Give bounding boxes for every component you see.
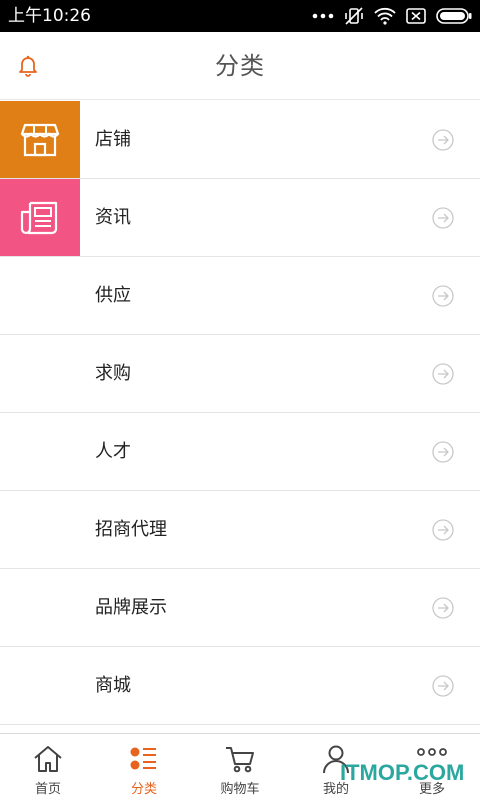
nav-cart[interactable]: 购物车: [192, 734, 288, 800]
newspaper-icon: [0, 179, 80, 256]
home-icon: [32, 744, 64, 774]
battery-icon: [436, 8, 472, 24]
arrow-right-circle-icon: [432, 207, 454, 229]
nav-label: 购物车: [220, 782, 260, 797]
status-time: 上午10:26: [8, 6, 91, 26]
category-item-franchise[interactable]: 招商代理: [0, 491, 480, 569]
status-icons: [312, 5, 472, 27]
category-label: 供应: [95, 285, 131, 306]
category-label: 资讯: [95, 207, 131, 228]
category-label: 求购: [95, 363, 131, 384]
category-item-shop[interactable]: 店铺: [0, 101, 480, 179]
arrow-right-circle-icon: [432, 129, 454, 151]
page-title: 分类: [215, 52, 265, 80]
category-item-brand[interactable]: 品牌展示: [0, 569, 480, 647]
more-dots-icon: [312, 12, 334, 20]
category-item-supply[interactable]: 供应: [0, 257, 480, 335]
category-label: 招商代理: [95, 519, 167, 540]
category-item-news[interactable]: 资讯: [0, 179, 480, 257]
arrow-right-circle-icon: [432, 597, 454, 619]
arrow-right-circle-icon: [432, 441, 454, 463]
nav-category[interactable]: 分类: [96, 734, 192, 800]
category-item-mall[interactable]: 商城: [0, 647, 480, 725]
nav-home[interactable]: 首页: [0, 734, 96, 800]
arrow-right-circle-icon: [432, 363, 454, 385]
category-list-icon: [128, 744, 160, 774]
nav-label: 首页: [34, 782, 61, 797]
sim-off-icon: [406, 8, 426, 24]
arrow-right-circle-icon: [432, 285, 454, 307]
watermark: ITMOP.COM: [340, 760, 465, 785]
vibrate-off-icon: [344, 6, 364, 26]
category-item-purchase[interactable]: 求购: [0, 335, 480, 413]
category-label: 店铺: [95, 129, 131, 150]
arrow-right-circle-icon: [432, 675, 454, 697]
category-item-talent[interactable]: 人才: [0, 413, 480, 491]
category-label: 品牌展示: [95, 597, 167, 618]
category-list: 店铺 资讯 供应 求购 人才 招商代理 品牌展示 商城: [0, 101, 480, 725]
storefront-icon: [0, 101, 80, 178]
wifi-icon: [374, 7, 396, 25]
category-label: 商城: [95, 675, 131, 696]
cart-icon: [224, 744, 256, 774]
arrow-right-circle-icon: [432, 519, 454, 541]
status-bar: 上午10:26: [0, 0, 480, 32]
category-label: 人才: [95, 441, 131, 462]
app-header: 分类: [0, 32, 480, 100]
nav-label: 分类: [130, 782, 157, 797]
